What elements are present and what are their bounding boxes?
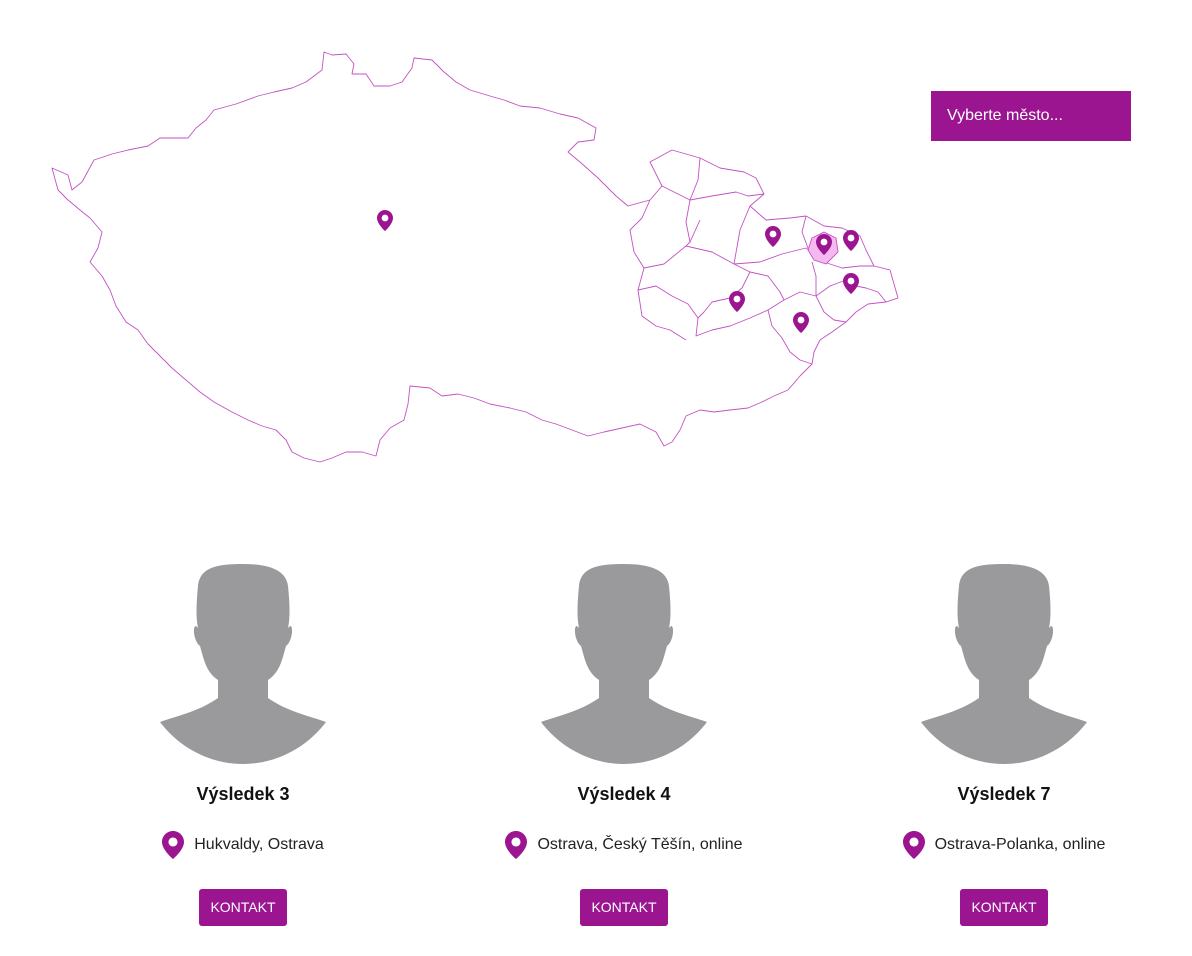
avatar-placeholder-icon (921, 564, 1087, 764)
city-select-dropdown[interactable]: Vyberte město... (931, 91, 1131, 141)
location-pin-icon (162, 831, 185, 859)
location-pin-icon (505, 831, 528, 859)
contact-button[interactable]: KONTAKT (580, 889, 668, 926)
avatar-placeholder-icon (160, 564, 326, 764)
avatar-placeholder-icon (541, 564, 707, 764)
result-location: Ostrava, Český Těšín, online (494, 831, 754, 859)
location-pin-icon (902, 831, 925, 859)
pin-central-bohemia-icon[interactable] (377, 210, 393, 231)
result-title: Výsledek 7 (957, 784, 1051, 804)
result-location-text: Hukvaldy, Ostrava (194, 836, 324, 853)
result-location: Hukvaldy, Ostrava (113, 831, 373, 859)
result-location-text: Ostrava-Polanka, online (934, 836, 1106, 853)
region-borders (629, 157, 887, 365)
result-card: Výsledek 4 Ostrava, Český Těšín, online … (494, 560, 754, 926)
contact-button[interactable]: KONTAKT (199, 889, 287, 926)
result-card: Výsledek 3 Hukvaldy, Ostrava KONTAKT (113, 560, 373, 926)
pin-zlin-icon[interactable] (729, 291, 745, 312)
pin-moravia-east-icon[interactable] (793, 312, 809, 333)
result-card: Výsledek 7 Ostrava-Polanka, online KONTA… (874, 560, 1134, 926)
result-location: Ostrava-Polanka, online (874, 831, 1134, 859)
result-title: Výsledek 4 (577, 784, 671, 804)
contact-button[interactable]: KONTAKT (960, 889, 1048, 926)
result-title: Výsledek 3 (196, 784, 290, 804)
pin-frydek-icon[interactable] (843, 230, 859, 251)
pin-moravia-north-icon[interactable] (765, 226, 781, 247)
result-location-text: Ostrava, Český Těšín, online (537, 836, 743, 853)
czech-map (51, 51, 899, 463)
country-outline (51, 51, 899, 463)
pin-olomouc-south-icon[interactable] (843, 273, 859, 294)
